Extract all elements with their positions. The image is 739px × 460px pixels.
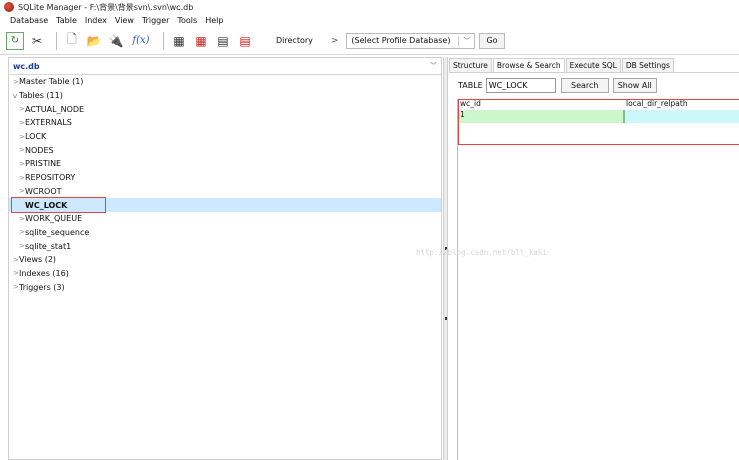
tree-item-label: sqlite_sequence [25, 227, 90, 237]
collapse-caret-icon[interactable]: > [13, 283, 19, 291]
table-label: TABLE [458, 80, 483, 90]
tree-item-label: PRISTINE [25, 159, 62, 169]
drop-table-icon[interactable]: ▦ [192, 32, 210, 50]
highlight-box [458, 99, 739, 145]
tree-item-label: NODES [25, 145, 54, 155]
tab-db-settings[interactable]: DB Settings [621, 58, 674, 72]
main-pane: Structure Browse & Search Execute SQL DB… [449, 57, 739, 460]
collapse-caret-icon[interactable]: > [13, 256, 19, 264]
splitter-grip-icon [445, 317, 447, 320]
tree-item-label: sqlite_stat1 [25, 241, 72, 251]
open-db-icon[interactable]: 📂 [85, 32, 103, 50]
tab-bar: Structure Browse & Search Execute SQL DB… [449, 57, 739, 73]
tab-structure[interactable]: Structure [449, 58, 492, 72]
browse-toolbar: TABLE Search Show All [449, 73, 739, 97]
tree-item[interactable]: > PRISTINE [9, 157, 441, 171]
tree-item[interactable]: > Master Table (1) [9, 75, 441, 89]
menu-help[interactable]: Help [205, 16, 223, 25]
tree-item-label: Views (2) [19, 255, 57, 265]
profile-select-value: (Select Profile Database) [351, 36, 451, 45]
tree-item[interactable]: > Indexes (16) [9, 267, 441, 281]
tree-item[interactable]: > sqlite_stat1 [9, 239, 441, 253]
tree-item[interactable]: > REPOSITORY [9, 171, 441, 185]
pane-splitter[interactable] [443, 57, 448, 460]
tree-item[interactable]: > LOCK [9, 130, 441, 144]
database-tree-pane: wc.db ﹀ > Master Table (1) v Tables (11) > AC… [8, 57, 442, 460]
title-bar: SQLite Manager - F:\背景\背景svn\.svn\wc.db [0, 0, 739, 14]
create-index-icon[interactable]: ▤ [214, 32, 232, 50]
collapse-caret-icon[interactable]: > [13, 269, 19, 277]
menu-trigger[interactable]: Trigger [142, 16, 170, 25]
database-name: wc.db [13, 61, 40, 71]
tree-item-label: LOCK [25, 132, 47, 142]
window-title: SQLite Manager - F:\背景\背景svn\.svn\wc.db [18, 2, 194, 12]
refresh-icon[interactable]: ↻ [6, 31, 24, 50]
collapse-caret-icon[interactable]: > [19, 187, 25, 195]
watermark: http://blog.csdn.net/blt_kaki [416, 248, 547, 257]
selection-highlight-box [11, 197, 106, 214]
menu-tools[interactable]: Tools [177, 16, 197, 25]
tree-item-label: ACTUAL_NODE [25, 104, 85, 114]
menu-table[interactable]: Table [56, 16, 77, 25]
collapse-caret-icon[interactable]: > [19, 228, 25, 236]
collapse-caret-icon[interactable]: > [19, 133, 25, 141]
scissors-icon[interactable]: ✂ [28, 32, 46, 50]
new-db-icon[interactable]: 🗋 [63, 32, 81, 50]
expand-caret-icon[interactable]: v [13, 92, 19, 100]
menu-bar: Database Table Index View Trigger Tools … [0, 14, 739, 27]
menu-view[interactable]: View [115, 16, 134, 25]
show-all-button[interactable]: Show All [612, 77, 657, 93]
schema-tree: > Master Table (1) v Tables (11) > ACTUAL_NOD… [9, 75, 441, 294]
tree-item-label: REPOSITORY [25, 173, 76, 183]
collapse-caret-icon[interactable]: > [19, 242, 25, 250]
database-selector[interactable]: wc.db ﹀ [9, 58, 441, 75]
collapse-caret-icon[interactable]: > [19, 119, 25, 127]
tree-item[interactable]: > WCROOT [9, 185, 441, 199]
tree-item-label: WCROOT [25, 186, 62, 196]
profile-database-select[interactable]: (Select Profile Database) ﹀ [346, 32, 476, 49]
tree-item-label: WORK_QUEUE [25, 214, 83, 224]
tree-item[interactable]: > Views (2) [9, 253, 441, 267]
connect-icon[interactable]: 🔌 [107, 32, 125, 50]
tree-item-label: Master Table (1) [19, 77, 84, 87]
directory-button[interactable]: Directory [266, 36, 323, 45]
drop-index-icon[interactable]: ▤ [236, 32, 254, 50]
collapse-caret-icon[interactable]: > [19, 215, 25, 223]
menu-index[interactable]: Index [85, 16, 107, 25]
tree-item[interactable]: v Tables (11) [9, 89, 441, 103]
tree-item-label: EXTERNALS [25, 118, 72, 128]
tree-item[interactable]: > Triggers (3) [9, 280, 441, 294]
menu-database[interactable]: Database [10, 16, 48, 25]
collapse-caret-icon[interactable]: > [19, 160, 25, 168]
create-table-icon[interactable]: ▦ [170, 32, 188, 50]
tree-item[interactable]: > sqlite_sequence [9, 226, 441, 240]
directory-arrow-icon[interactable]: > [331, 36, 339, 46]
chevron-down-icon: ﹀ [430, 62, 437, 70]
tree-item-label: Triggers (3) [19, 282, 65, 292]
toolbar: ↻ ✂ 🗋 📂 🔌 f(x) ▦ ▦ ▤ ▤ Directory > (Sele… [0, 27, 739, 55]
tree-item-label: Indexes (16) [19, 268, 69, 278]
tree-item[interactable]: WC_LOCK [9, 197, 441, 214]
tab-execute-sql[interactable]: Execute SQL [565, 58, 621, 72]
tree-item[interactable]: > ACTUAL_NODE [9, 102, 441, 116]
tab-browse-search[interactable]: Browse & Search [492, 58, 565, 72]
collapse-caret-icon[interactable]: > [19, 105, 25, 113]
table-name-input[interactable] [485, 77, 556, 93]
function-icon[interactable]: f(x) [129, 32, 153, 50]
tree-item[interactable]: > WORK_QUEUE [9, 212, 441, 226]
search-button-label: Search [571, 80, 599, 90]
sqlite-manager-app-icon [4, 2, 14, 12]
collapse-caret-icon[interactable]: > [13, 78, 19, 86]
collapse-caret-icon[interactable]: > [19, 174, 25, 182]
search-button[interactable]: Search [560, 77, 609, 93]
tree-item[interactable]: > EXTERNALS [9, 116, 441, 130]
go-button[interactable]: Go [479, 32, 505, 49]
toolbar-separator [56, 31, 57, 50]
chevron-down-icon: ﹀ [458, 35, 470, 46]
results-grid: wc_id local_dir_relpath 1 [457, 99, 739, 460]
toolbar-separator [163, 31, 164, 50]
tree-item-label: Tables (11) [19, 91, 63, 101]
collapse-caret-icon[interactable]: > [19, 146, 25, 154]
tree-item[interactable]: > NODES [9, 143, 441, 157]
